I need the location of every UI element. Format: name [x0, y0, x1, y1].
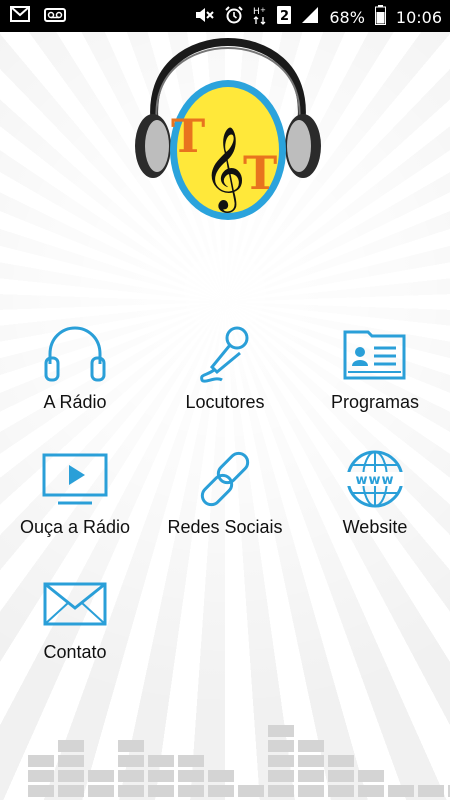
battery-icon	[374, 5, 386, 29]
menu-grid: A Rádio Locutores Programas Ouça a Rádio…	[0, 32, 450, 800]
svg-text:H: H	[253, 7, 260, 17]
menu-item-label: Website	[342, 517, 408, 537]
menu-item-label: Ouça a Rádio	[19, 517, 131, 537]
battery-percent: 68%	[329, 7, 365, 27]
hplus-signal-icon: H +	[253, 5, 267, 29]
signal-icon	[301, 6, 319, 28]
clock: 10:06	[395, 7, 442, 27]
svg-text:+: +	[260, 6, 266, 14]
globe-www-icon: www	[346, 450, 404, 508]
microphone-icon	[200, 326, 249, 383]
menu-item-label: Redes Sociais	[167, 517, 283, 537]
menu-item-contato[interactable]: Contato	[0, 574, 150, 663]
headphones-icon	[44, 326, 106, 382]
menu-item-ouca-a-radio[interactable]: Ouça a Rádio	[0, 449, 150, 538]
menu-item-a-radio[interactable]: A Rádio	[0, 324, 150, 413]
menu-item-label: A Rádio	[43, 392, 107, 412]
svg-text:2: 2	[280, 9, 289, 24]
menu-item-programas[interactable]: Programas	[300, 324, 450, 413]
app-home: T T 𝄞 A Rádio Locutores Programas Ouça a…	[0, 32, 450, 800]
menu-item-locutores[interactable]: Locutores	[150, 324, 300, 413]
svg-text:www: www	[355, 473, 394, 488]
tv-play-icon	[42, 453, 108, 505]
status-bar: H + 2 68% 10:06	[0, 0, 450, 32]
alarm-icon	[225, 6, 244, 28]
envelope-icon	[43, 582, 107, 626]
menu-item-label: Locutores	[185, 392, 265, 412]
menu-item-label: Programas	[330, 392, 420, 412]
sim-2-icon: 2	[277, 6, 292, 28]
message-icon	[10, 6, 30, 26]
mute-icon	[193, 6, 215, 28]
folder-id-card-icon	[343, 330, 406, 380]
chain-link-icon	[200, 451, 250, 507]
menu-item-redes-sociais[interactable]: Redes Sociais	[150, 449, 300, 538]
voicemail-icon	[44, 7, 66, 26]
menu-item-label: Contato	[43, 642, 107, 662]
menu-item-website[interactable]: www Website	[300, 449, 450, 538]
